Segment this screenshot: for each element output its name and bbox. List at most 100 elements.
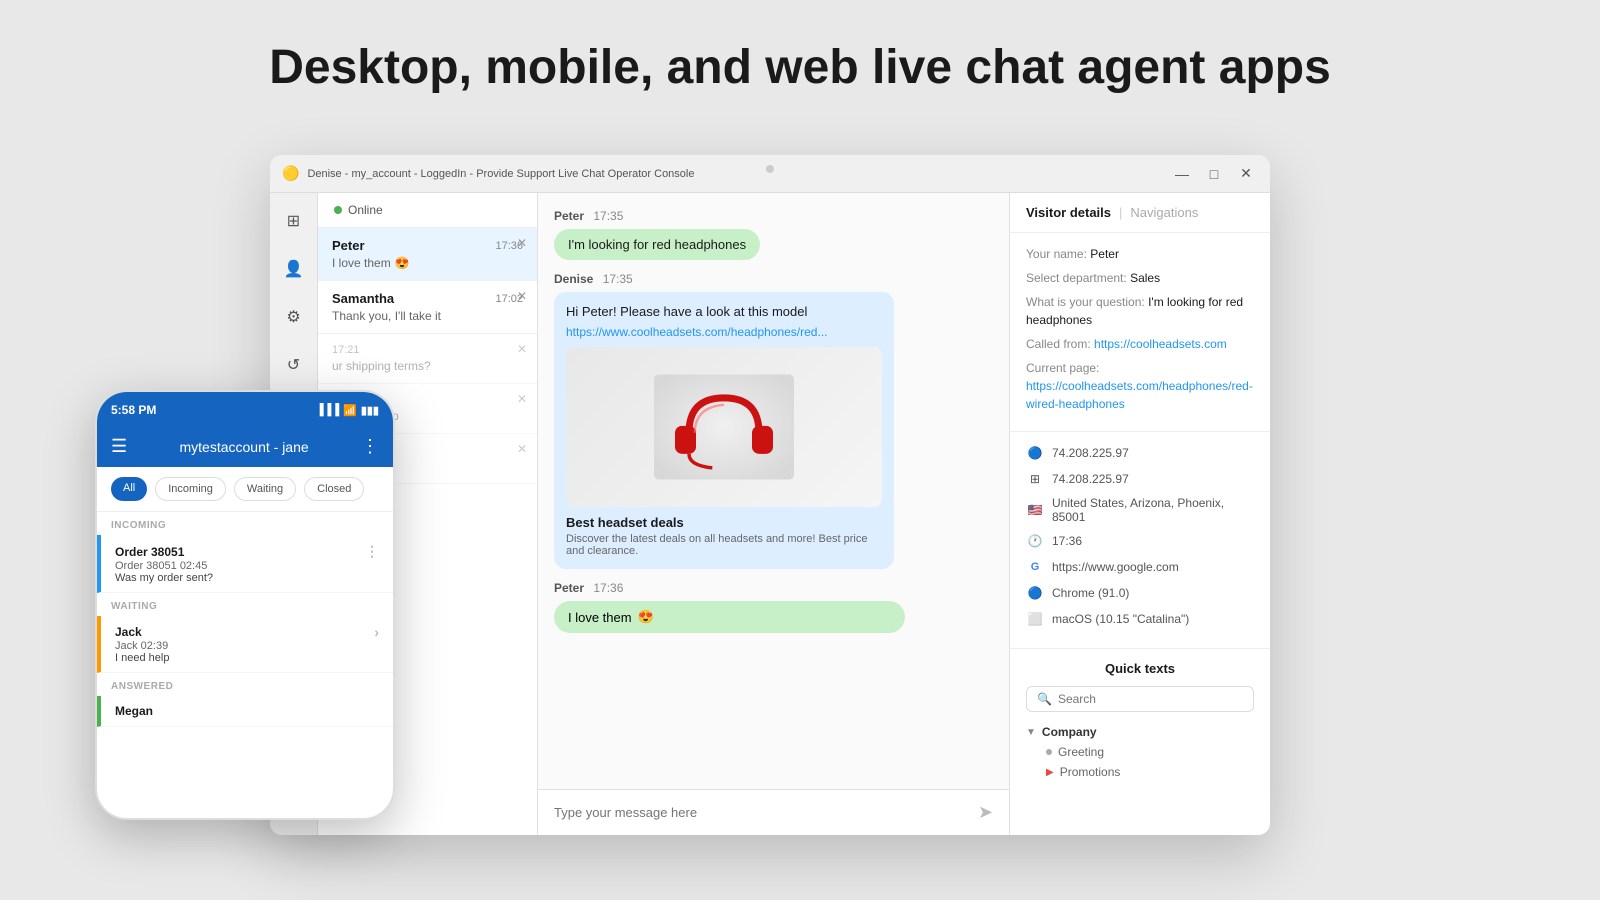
phone-chat-jack-sub: Jack 02:39	[115, 640, 379, 652]
agent-msg-text: Hi Peter! Please have a look at this mod…	[566, 304, 882, 319]
flag-icon: 🇺🇸	[1026, 501, 1044, 519]
phone-item-more[interactable]: ⋮	[365, 543, 379, 560]
section-label-incoming: INCOMING	[97, 512, 393, 535]
phone-account-title: mytestaccount - jane	[179, 439, 308, 455]
chat-item-samantha[interactable]: Samantha 17:02 Thank you, I'll take it ✕	[318, 281, 537, 334]
phone-chat-megan[interactable]: Megan	[97, 696, 393, 727]
msg-bubble-love: I love them 😍	[554, 601, 905, 633]
signal-icon: ▐▐▐	[316, 404, 339, 416]
agent-msg-card: Hi Peter! Please have a look at this mod…	[554, 292, 894, 569]
minimize-button[interactable]: —	[1170, 162, 1194, 186]
visitor-panel-header: Visitor details | Navigations	[1010, 193, 1270, 233]
chat-item-misc1[interactable]: 17:21 ur shipping terms? ✕	[318, 334, 537, 384]
visitor-details-section: 🔵 74.208.225.97 ⊞ 74.208.225.97 🇺🇸 Unite…	[1010, 432, 1270, 649]
chat-input-area: ➤	[538, 789, 1009, 835]
tree-company[interactable]: ▼ Company	[1026, 722, 1254, 742]
tab-incoming[interactable]: Incoming	[155, 477, 226, 501]
wifi-icon: 📶	[343, 404, 357, 417]
phone-chat-order-sub: Order 38051 02:45	[115, 560, 379, 572]
status-bar: Online	[318, 193, 537, 228]
phone-time: 5:58 PM	[111, 403, 156, 417]
phone-chat-megan-name: Megan	[115, 704, 379, 718]
close-misc1[interactable]: ✕	[517, 342, 527, 356]
msg-sender-peter1: Peter 17:35	[554, 209, 993, 223]
online-indicator	[334, 206, 342, 214]
search-icon: 🔍	[1037, 692, 1052, 706]
phone-chat-jack[interactable]: Jack › Jack 02:39 I need help	[97, 616, 393, 673]
sidebar-icon-history[interactable]: ↺	[278, 349, 310, 381]
google-icon: G	[1026, 558, 1044, 576]
info-current-page: Current page: https://coolheadsets.com/h…	[1026, 359, 1254, 413]
tab-all[interactable]: All	[111, 477, 147, 501]
sidebar-icon-home[interactable]: ⊞	[278, 205, 310, 237]
tree-arrow-promotions: ▶	[1046, 767, 1054, 778]
tree-greeting[interactable]: Greeting	[1026, 742, 1254, 762]
phone-tabs: All Incoming Waiting Closed	[97, 467, 393, 512]
misc1-time: 17:21	[332, 344, 360, 356]
visitor-panel: Visitor details | Navigations Your name:…	[1010, 193, 1270, 835]
close-misc3[interactable]: ✕	[517, 442, 527, 456]
msg-group-peter2: Peter 17:36 I love them 😍	[554, 581, 993, 633]
phone-chat-order-msg: Was my order sent?	[115, 572, 379, 584]
agent-msg-link[interactable]: https://www.coolheadsets.com/headphones/…	[566, 325, 882, 339]
misc1-preview: ur shipping terms?	[332, 359, 523, 373]
phone-status-icons: ▐▐▐ 📶 ▮▮▮	[316, 404, 379, 417]
ip2-icon: ⊞	[1026, 470, 1044, 488]
detail-browser: 🔵 Chrome (91.0)	[1026, 584, 1254, 602]
tab-waiting[interactable]: Waiting	[234, 477, 296, 501]
ip-icon: 🔵	[1026, 444, 1044, 462]
battery-icon: ▮▮▮	[361, 404, 379, 417]
chat-item-peter[interactable]: Peter 17:36 I love them 😍 ✕	[318, 228, 537, 281]
quick-texts-search-wrap: 🔍	[1026, 686, 1254, 712]
maximize-button[interactable]: □	[1202, 162, 1226, 186]
phone-status-bar: 5:58 PM ▐▐▐ 📶 ▮▮▮	[97, 392, 393, 428]
os-icon: ⬜	[1026, 610, 1044, 628]
close-chat-peter[interactable]: ✕	[517, 236, 527, 250]
msg-group-denise: Denise 17:35 Hi Peter! Please have a loo…	[554, 272, 993, 569]
detail-ip1: 🔵 74.208.225.97	[1026, 444, 1254, 462]
chrome-icon: 🔵	[1026, 584, 1044, 602]
info-department: Select department: Sales	[1026, 269, 1254, 287]
phone-menu-icon[interactable]: ☰	[111, 436, 127, 457]
section-label-answered: ANSWERED	[97, 673, 393, 696]
phone-chat-order38051[interactable]: Order 38051 ⋮ Order 38051 02:45 Was my o…	[97, 535, 393, 593]
info-called-from: Called from: https://coolheadsets.com	[1026, 335, 1254, 353]
detail-location: 🇺🇸 United States, Arizona, Phoenix, 8500…	[1026, 496, 1254, 524]
close-chat-samantha[interactable]: ✕	[517, 289, 527, 303]
chat-messages: Peter 17:35 I'm looking for red headphon…	[538, 193, 1009, 789]
close-misc2[interactable]: ✕	[517, 392, 527, 406]
send-button[interactable]: ➤	[978, 802, 993, 823]
clock-icon: 🕐	[1026, 532, 1044, 550]
tree-arrow-down: ▼	[1026, 727, 1036, 738]
quick-texts-search[interactable]	[1058, 692, 1243, 706]
window-title: Denise - my_account - LoggedIn - Provide…	[307, 168, 1162, 180]
detail-ip2: ⊞ 74.208.225.97	[1026, 470, 1254, 488]
camera-dot	[766, 165, 774, 173]
card-desc: Discover the latest deals on all headset…	[566, 533, 882, 557]
window-titlebar: 🟡 Denise - my_account - LoggedIn - Provi…	[270, 155, 1270, 193]
tab-navigations[interactable]: Navigations	[1130, 205, 1198, 220]
tree-promotions[interactable]: ▶ Promotions	[1026, 762, 1254, 782]
chevron-right-icon[interactable]: ›	[374, 624, 379, 640]
status-label: Online	[348, 203, 383, 217]
phone-chat-order-name: Order 38051 ⋮	[115, 543, 379, 560]
section-label-waiting: WAITING	[97, 593, 393, 616]
phone-more-btn[interactable]: ⋮	[361, 436, 379, 457]
sidebar-icon-settings[interactable]: ⚙	[278, 301, 310, 333]
tab-closed[interactable]: Closed	[304, 477, 364, 501]
sidebar-icon-agents[interactable]: 👤	[278, 253, 310, 285]
msg-group-peter1: Peter 17:35 I'm looking for red headphon…	[554, 209, 993, 260]
page-title: Desktop, mobile, and web live chat agent…	[0, 0, 1600, 125]
chat-item-samantha-header: Samantha 17:02	[332, 291, 523, 306]
headphone-svg	[654, 372, 794, 482]
msg-bubble-peter1: I'm looking for red headphones	[554, 229, 760, 260]
quick-texts-section: Quick texts 🔍 ▼ Company Greeting ▶ Promo…	[1010, 649, 1270, 794]
detail-os: ⬜ macOS (10.15 "Catalina")	[1026, 610, 1254, 628]
close-button[interactable]: ✕	[1234, 162, 1258, 186]
tab-visitor-details[interactable]: Visitor details	[1026, 205, 1111, 220]
chat-item-peter-name: Peter	[332, 238, 365, 253]
chat-input[interactable]	[554, 805, 970, 820]
phone-nav: ☰ mytestaccount - jane ⋮	[97, 428, 393, 467]
window-body: ⊞ 👤 ⚙ ↺ ℹ Online Peter 17:36 I love them…	[270, 193, 1270, 835]
msg-sender-denise: Denise 17:35	[554, 272, 993, 286]
